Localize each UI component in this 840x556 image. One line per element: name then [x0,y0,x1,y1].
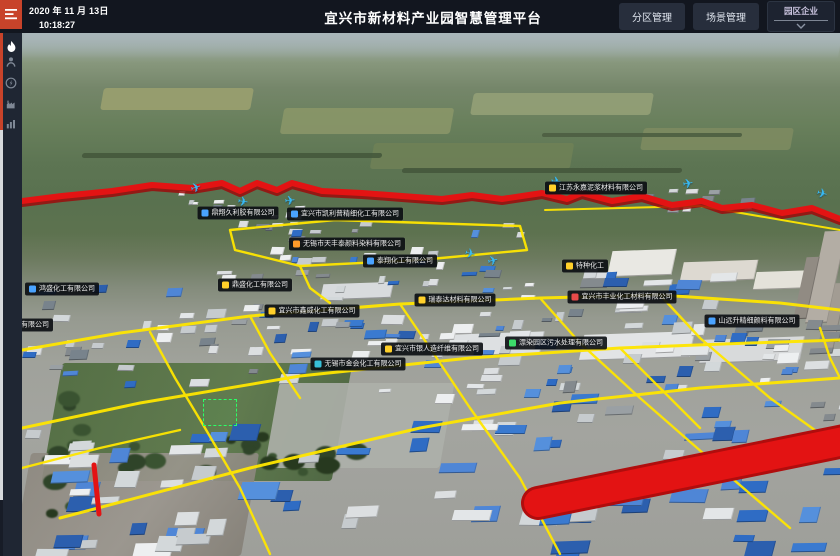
company-marker-icon [419,297,426,304]
flame-icon [5,40,18,53]
scrollbar-end [0,500,3,556]
company-label-text: 宜兴市凯利普精细化工有限公司 [301,211,399,218]
company-marker-icon [566,263,573,270]
company-label-text: 无锡市金会化工有限公司 [325,361,402,368]
company-label-text: 特种化工 [576,263,604,270]
company-marker-icon [572,294,579,301]
company-label[interactable]: 泰翔化工有限公司 [363,255,437,268]
sidebar-item-personnel-alarm[interactable] [0,53,22,71]
company-label-text: 宜兴市鑫威化工有限公司 [279,308,356,315]
menu-icon [5,9,18,20]
sidebar [0,29,22,556]
company-marker-icon [367,258,374,265]
top-header: 2020 年 11 月 13日 10:18:27 宜兴市新材料产业园智慧管理平台… [0,0,840,33]
park-enterprise-dropdown-label: 园区企业 [774,5,828,21]
company-label-text: 宜兴市丰业化工材料有限公司 [582,294,673,301]
map-3d-view[interactable]: ✈✈✈✈✈✈✈✈ 鼎翔久利胶有限公司宜兴市凯利普精细化工有限公司无锡市天丰泰颜料… [22,33,840,556]
company-marker-icon [509,340,516,347]
company-label[interactable]: 宜兴市鑫威化工有限公司 [265,305,360,318]
company-label[interactable]: 江苏永嘉泥浆材料有限公司 [545,182,647,195]
company-label-text: 鸿盛化工有限公司 [39,286,95,293]
company-label[interactable]: 鸿盛化工有限公司 [25,283,99,296]
company-label[interactable]: 鼎盛化工有限公司 [218,279,292,292]
company-marker-icon [385,346,392,353]
company-label-text: 泰翔化工有限公司 [377,258,433,265]
zone-manage-button[interactable]: 分区管理 [619,3,685,30]
selection-box[interactable] [203,399,237,426]
company-marker-icon [222,282,229,289]
datetime: 2020 年 11 月 13日 10:18:27 [29,4,109,30]
company-label-text: 漂染园区污水处理有限公司 [519,340,603,347]
header-actions: 分区管理 场景管理 园区企业 [619,0,835,33]
company-label[interactable]: 宜兴市凯利普精细化工有限公司 [287,208,403,221]
company-marker-icon [315,361,322,368]
park-enterprise-dropdown[interactable]: 园区企业 [767,1,835,32]
company-label[interactable]: 瑞泰达材料有限公司 [415,294,496,307]
company-label-text: 江苏永嘉泥浆材料有限公司 [559,185,643,192]
header-time: 10:18:27 [39,20,109,30]
page-title: 宜兴市新材料产业园智慧管理平台 [324,0,542,33]
company-label[interactable]: 鼎翔久利胶有限公司 [198,207,279,220]
company-marker-icon [291,211,298,218]
sidebar-item-statistics[interactable] [0,115,22,133]
header-date: 2020 年 11 月 13日 [29,4,109,17]
company-label[interactable]: 宜兴市丰业化工材料有限公司 [568,291,677,304]
company-marker-icon [29,286,36,293]
company-label[interactable]: 无锡市金会化工有限公司 [311,358,406,371]
company-label-text: 宜兴颜料有限公司 [22,322,49,329]
company-label-text: 山远升精细颜料有限公司 [719,318,796,325]
energy-gauge-icon [5,77,17,89]
company-label-text: 瑞泰达材料有限公司 [429,297,492,304]
factory-icon [5,98,17,110]
company-marker-icon [269,308,276,315]
company-label[interactable]: 特种化工 [562,260,608,273]
company-label-text: 鼎翔久利胶有限公司 [212,210,275,217]
smart-park-platform: 2020 年 11 月 13日 10:18:27 宜兴市新材料产业园智慧管理平台… [0,0,840,556]
company-marker-icon [293,241,300,248]
company-label[interactable]: 漂染园区污水处理有限公司 [505,337,607,350]
company-marker-icon [202,210,209,217]
sidebar-item-factory[interactable] [0,95,22,113]
company-marker-icon [709,318,716,325]
company-label-text: 鼎盛化工有限公司 [232,282,288,289]
sidebar-item-energy[interactable] [0,74,22,92]
company-label[interactable]: 宜兴市银人造纤维有限公司 [381,343,483,356]
scrollbar-track[interactable] [0,130,3,500]
company-label-text: 无锡市天丰泰颜料染料有限公司 [303,241,401,248]
bar-chart-icon [5,118,17,130]
menu-button[interactable] [0,0,22,29]
chevron-down-icon [796,23,806,29]
company-marker-icon [549,185,556,192]
company-label-text: 宜兴市银人造纤维有限公司 [395,346,479,353]
person-alarm-icon [5,56,17,68]
scene-manage-button[interactable]: 场景管理 [693,3,759,30]
company-label[interactable]: 山远升精细颜料有限公司 [705,315,800,328]
company-label[interactable]: 宜兴颜料有限公司 [22,319,53,332]
scrollbar-active-segment[interactable] [0,33,3,130]
company-label[interactable]: 无锡市天丰泰颜料染料有限公司 [289,238,405,251]
